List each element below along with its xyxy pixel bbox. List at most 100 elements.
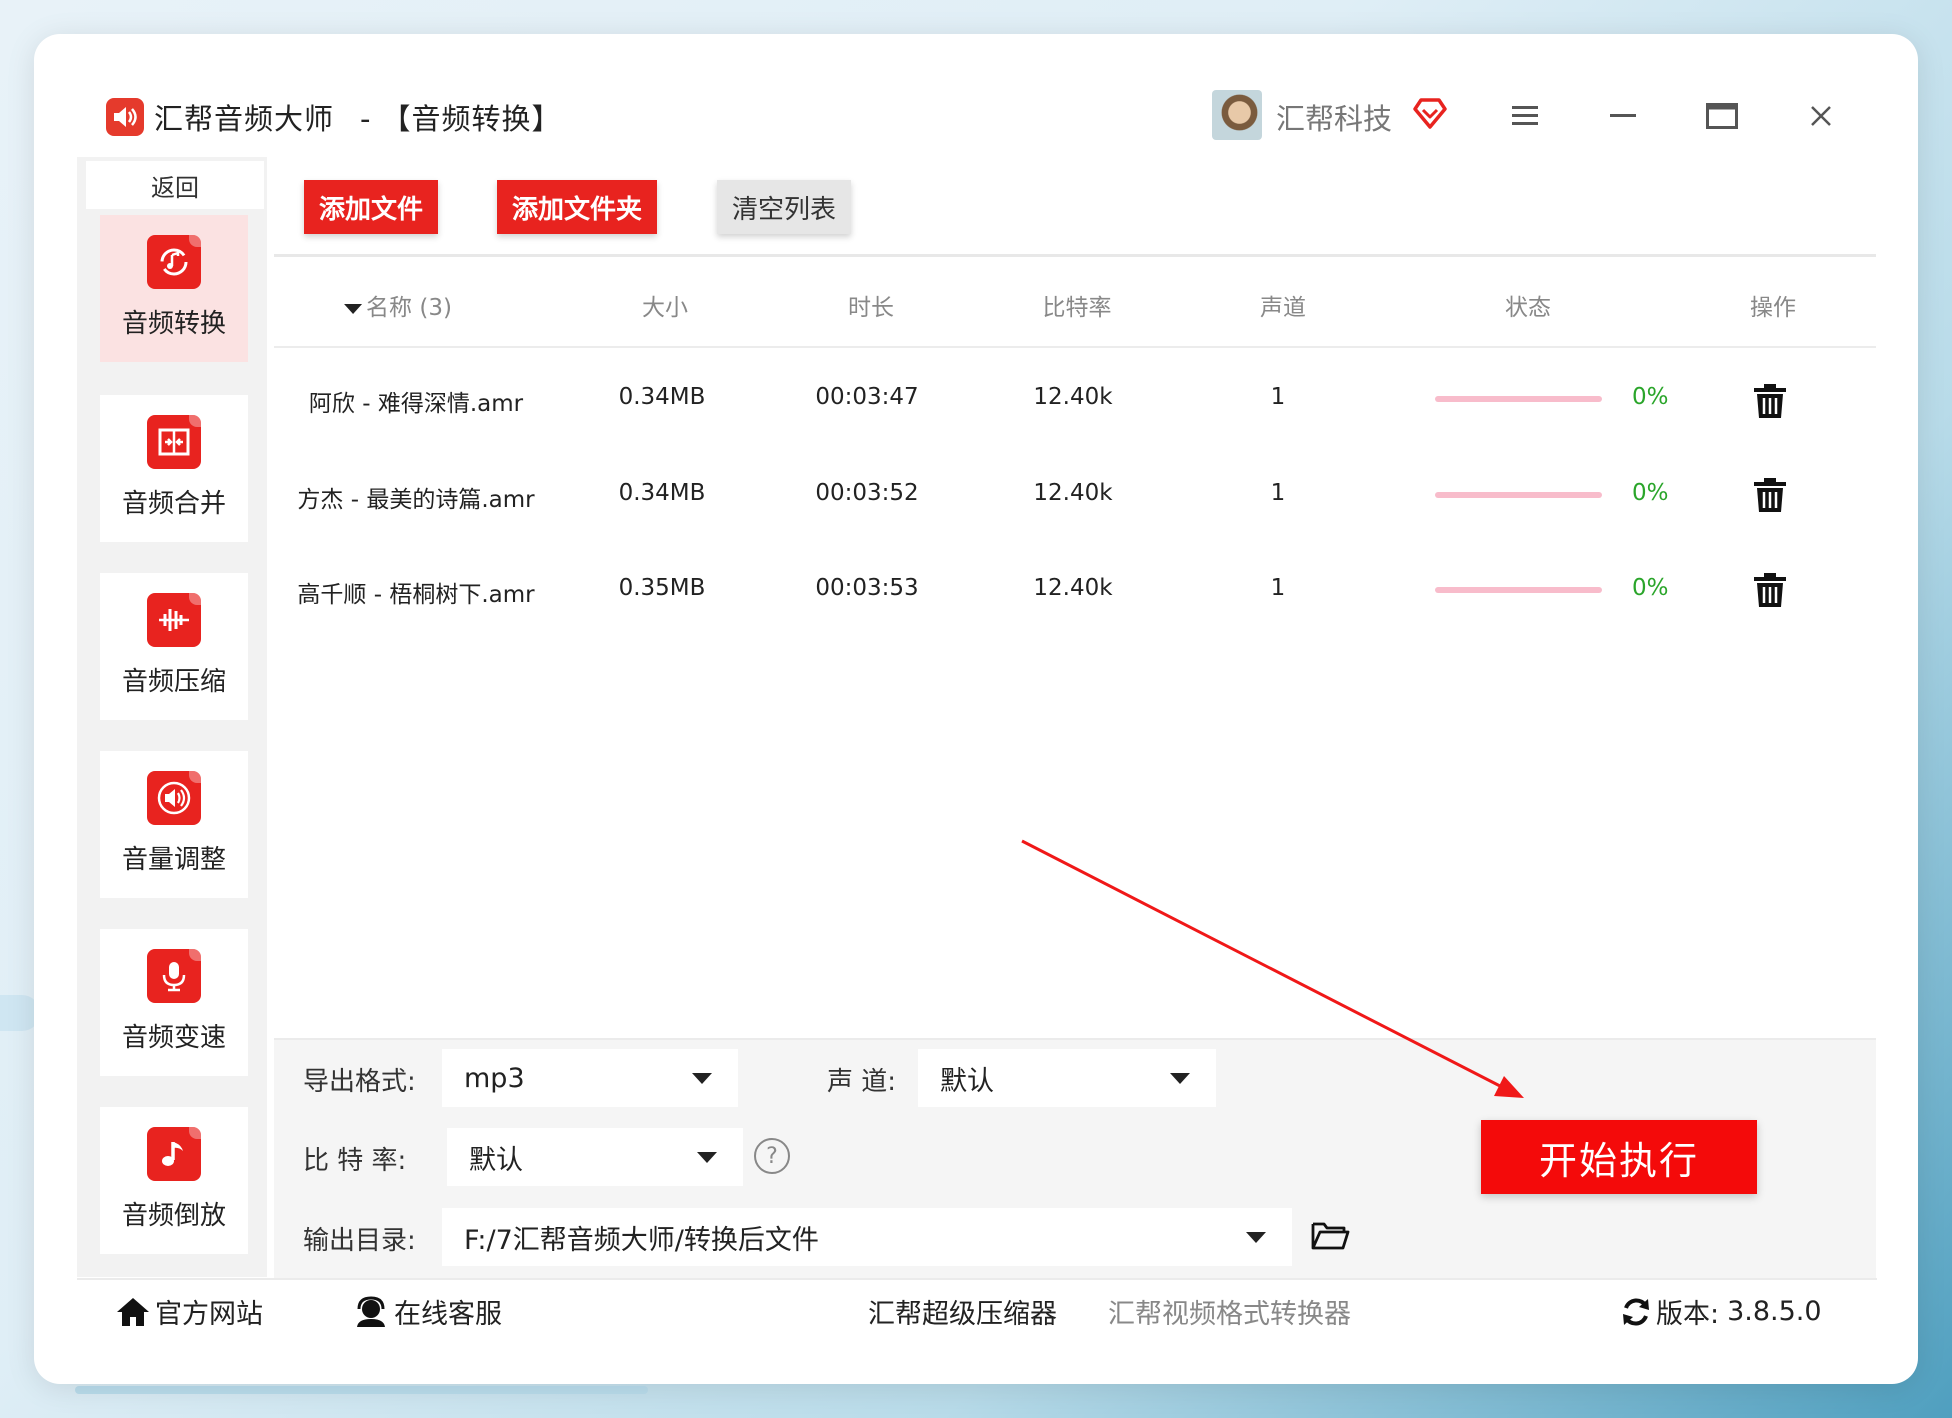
official-site-link[interactable]: 官方网站 — [115, 1292, 263, 1331]
sidebar-item-audio-convert[interactable]: 音频转换 — [100, 215, 248, 362]
file-channel: 1 — [1270, 480, 1286, 506]
sidebar-item-audio-merge[interactable]: 音频合并 — [100, 395, 248, 542]
sidebar-item-audio-speed[interactable]: 音频变速 — [100, 929, 248, 1076]
trash-icon[interactable] — [1752, 474, 1788, 514]
app-logo-icon — [106, 98, 144, 136]
table-header-divider — [274, 346, 1876, 348]
file-name: 方杰 - 最美的诗篇.amr — [297, 487, 535, 513]
window-title: 汇帮音频大师 - 【音频转换】 — [154, 96, 562, 138]
format-label: 导出格式: — [303, 1067, 416, 1097]
chevron-down-icon — [697, 1152, 717, 1163]
sidebar-item-label: 音频倒放 — [121, 1201, 226, 1231]
audio-reverse-icon — [147, 1127, 201, 1181]
trash-icon[interactable] — [1752, 569, 1788, 609]
close-icon[interactable] — [1801, 96, 1841, 136]
file-name: 高千顺 - 梧桐树下.amr — [297, 582, 535, 608]
progress-percent: 0% — [1632, 480, 1669, 506]
app-name: 汇帮音频大师 — [154, 102, 335, 136]
file-bitrate: 12.40k — [1033, 384, 1113, 410]
file-duration: 00:03:53 — [815, 575, 919, 601]
online-service-label: 在线客服 — [394, 1299, 502, 1330]
version-value: 3.8.5.0 — [1727, 1296, 1822, 1327]
column-header-status: 状态 — [1505, 295, 1551, 321]
menu-icon[interactable] — [1505, 96, 1545, 136]
maximize-icon[interactable] — [1702, 96, 1742, 136]
refresh-icon — [1623, 1298, 1649, 1325]
bitrate-select[interactable]: 默认 — [447, 1128, 743, 1186]
file-size: 0.35MB — [618, 575, 706, 601]
audio-merge-icon — [147, 415, 201, 469]
bitrate-label: 比 特 率: — [303, 1146, 407, 1176]
file-name: 阿欣 - 难得深情.amr — [308, 391, 524, 417]
channel-label: 声 道: — [827, 1067, 897, 1097]
sort-down-icon — [344, 303, 363, 314]
column-header-duration: 时长 — [848, 295, 894, 321]
output-dir-label: 输出目录: — [303, 1226, 416, 1256]
home-icon — [117, 1297, 149, 1326]
trash-icon[interactable] — [1752, 380, 1788, 420]
sidebar-item-label: 音量调整 — [121, 845, 226, 875]
sidebar-item-label: 音频转换 — [121, 309, 226, 339]
video-converter-link[interactable]: 汇帮视频格式转换器 — [1108, 1292, 1351, 1331]
sidebar-item-label: 音频变速 — [121, 1023, 226, 1053]
file-size: 0.34MB — [618, 480, 706, 506]
online-service-link[interactable]: 在线客服 — [354, 1292, 502, 1331]
format-select[interactable]: mp3 — [442, 1049, 738, 1107]
audio-speed-icon — [147, 949, 201, 1003]
chevron-down-icon — [1170, 1073, 1190, 1084]
column-header-channel: 声道 — [1260, 295, 1306, 321]
audio-convert-icon — [147, 235, 201, 289]
file-size: 0.34MB — [618, 384, 706, 410]
account-name[interactable]: 汇帮科技 — [1276, 96, 1392, 138]
background-bar — [75, 1386, 648, 1394]
start-button[interactable]: 开始执行 — [1481, 1120, 1757, 1194]
channel-value: 默认 — [940, 1065, 994, 1097]
column-header-action: 操作 — [1750, 295, 1796, 321]
compressor-link[interactable]: 汇帮超级压缩器 — [868, 1292, 1057, 1331]
official-site-label: 官方网站 — [155, 1299, 263, 1330]
file-channel: 1 — [1270, 384, 1286, 410]
vip-diamond-icon[interactable] — [1412, 96, 1448, 134]
help-icon[interactable]: ? — [754, 1138, 790, 1174]
format-value: mp3 — [464, 1062, 525, 1094]
column-header-name[interactable]: 名称 (3) — [344, 288, 452, 322]
chevron-down-icon — [692, 1073, 712, 1084]
version-info[interactable]: 版本: 3.8.5.0 — [1620, 1292, 1822, 1331]
audio-compress-icon — [147, 593, 201, 647]
column-header-size: 大小 — [642, 295, 688, 321]
progress-percent: 0% — [1632, 384, 1669, 410]
back-button[interactable]: 返回 — [86, 161, 264, 209]
channel-select[interactable]: 默认 — [918, 1049, 1216, 1107]
sidebar-item-audio-reverse[interactable]: 音频倒放 — [100, 1107, 248, 1254]
add-file-button[interactable]: 添加文件 — [304, 180, 438, 234]
file-bitrate: 12.40k — [1033, 575, 1113, 601]
title-separator: - — [360, 102, 372, 136]
file-duration: 00:03:52 — [815, 480, 919, 506]
output-dir-value: F:/7汇帮音频大师/转换后文件 — [464, 1224, 819, 1256]
file-duration: 00:03:47 — [815, 384, 919, 410]
add-folder-button[interactable]: 添加文件夹 — [497, 180, 657, 234]
progress-bar — [1435, 587, 1602, 593]
progress-bar — [1435, 492, 1602, 498]
output-dir-select[interactable]: F:/7汇帮音频大师/转换后文件 — [442, 1208, 1292, 1266]
clear-list-button[interactable]: 清空列表 — [717, 180, 851, 234]
sidebar-item-label: 音频合并 — [121, 489, 226, 519]
progress-bar — [1435, 396, 1602, 402]
avatar[interactable] — [1212, 90, 1262, 140]
minimize-icon[interactable] — [1603, 96, 1643, 136]
file-bitrate: 12.40k — [1033, 480, 1113, 506]
chevron-down-icon — [1246, 1232, 1266, 1243]
progress-percent: 0% — [1632, 575, 1669, 601]
version-label: 版本: — [1656, 1299, 1720, 1330]
column-header-bitrate: 比特率 — [1042, 295, 1112, 321]
file-channel: 1 — [1270, 575, 1286, 601]
volume-adjust-icon — [147, 771, 201, 825]
column-header-name-label: 名称 (3) — [366, 295, 452, 321]
sidebar-item-label: 音频压缩 — [121, 667, 226, 697]
sidebar-item-audio-compress[interactable]: 音频压缩 — [100, 573, 248, 720]
bitrate-value: 默认 — [469, 1144, 523, 1176]
module-title: 【音频转换】 — [381, 102, 562, 136]
sidebar-item-volume-adjust[interactable]: 音量调整 — [100, 751, 248, 898]
customer-service-icon — [357, 1295, 385, 1327]
folder-open-icon[interactable] — [1310, 1218, 1350, 1252]
